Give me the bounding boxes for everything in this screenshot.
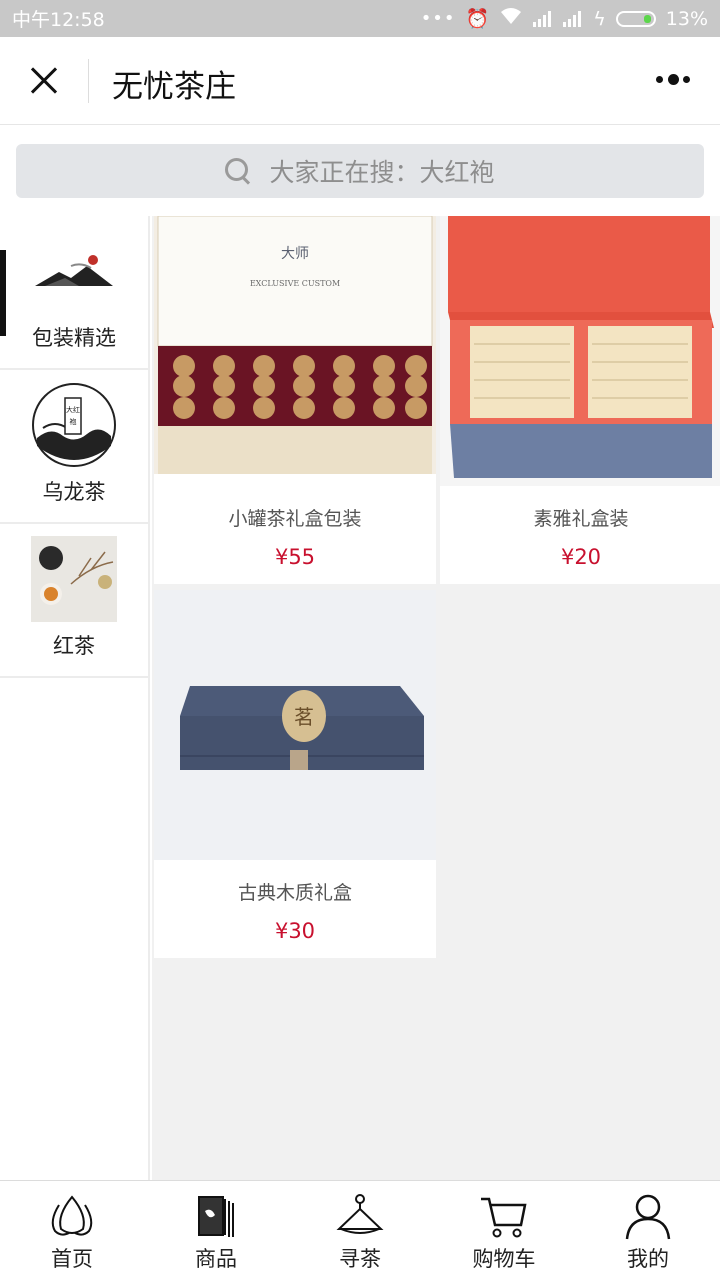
category-item-black-tea[interactable]: 红茶 [0,524,148,678]
tab-label: 寻茶 [339,1247,381,1271]
product-image [440,216,720,486]
signal-icon-2 [563,10,583,27]
product-card-small-cans[interactable]: 大师 EXCLUSIVE CUSTOM 小罐茶礼盒包装 ¥55 [154,216,436,584]
product-image: 茗 [154,590,436,860]
tab-home[interactable]: 首页 [0,1181,144,1280]
title-bar: 无忧茶庄 [0,37,720,125]
tab-label: 商品 [195,1247,237,1271]
status-time: 中午12:58 [12,9,105,31]
page-title: 无忧茶庄 [112,69,236,105]
more-options-button[interactable] [656,71,694,91]
alarm-icon: ⏰ [465,8,490,30]
category-sidebar: 包装精选 大红 袍 乌龙茶 红茶 [0,216,150,1180]
product-card-elegant-box[interactable]: 素雅礼盒装 ¥20 [440,216,720,584]
user-icon [625,1194,671,1240]
oolong-logo-icon: 大红 袍 [32,383,116,467]
close-button[interactable] [22,59,66,103]
svg-text:EXCLUSIVE CUSTOM: EXCLUSIVE CUSTOM [250,279,340,288]
search-area: 大家正在搜：大红袍 [0,125,720,216]
product-price: ¥20 [560,545,602,569]
product-image: 大师 EXCLUSIVE CUSTOM [154,216,436,486]
mountain-logo-icon [35,255,113,286]
signal-icon [533,10,553,27]
product-grid: 大师 EXCLUSIVE CUSTOM 小罐茶礼盒包装 ¥55 素雅礼盒装 ¥2… [152,216,720,1180]
bottom-tab-bar: 首页 商品 寻茶 购物车 我的 [0,1180,720,1280]
tab-cart[interactable]: 购物车 [432,1181,576,1280]
product-name: 小罐茶礼盒包装 [228,508,362,530]
black-tea-thumbnail [31,536,117,622]
search-input[interactable]: 大家正在搜：大红袍 [16,144,704,198]
category-label: 红茶 [53,634,95,658]
category-label: 乌龙茶 [42,480,106,504]
product-price: ¥30 [274,919,316,943]
svg-text:袍: 袍 [70,417,77,426]
title-divider [88,59,89,103]
lotus-icon [51,1195,93,1236]
tab-products[interactable]: 商品 [144,1181,288,1280]
svg-text:大师: 大师 [281,246,309,262]
search-icon [225,158,251,184]
product-card-wooden-box[interactable]: 茗 古典木质礼盒 ¥30 [154,590,436,958]
product-name: 古典木质礼盒 [237,882,352,904]
category-item-oolong[interactable]: 大红 袍 乌龙茶 [0,370,148,524]
status-bar: 中午12:58 ••• ⏰ ϟ 13% [0,0,720,37]
tab-label: 购物车 [472,1247,536,1271]
wifi-icon [499,7,523,30]
svg-text:茗: 茗 [294,705,314,729]
svg-text:大红: 大红 [66,405,80,414]
books-icon [198,1196,234,1237]
charging-icon: ϟ [593,7,606,30]
tab-me[interactable]: 我的 [576,1181,720,1280]
product-name: 素雅礼盒装 [533,508,629,530]
product-price: ¥55 [274,545,316,569]
tab-find-tea[interactable]: 寻茶 [288,1181,432,1280]
battery-percent: 13% [665,7,708,30]
battery-icon [615,10,656,27]
tab-label: 我的 [627,1247,669,1271]
status-icons: ••• ⏰ ϟ 13% [420,7,708,31]
search-placeholder: 大家正在搜：大红袍 [269,158,495,187]
category-item-packaging[interactable]: 包装精选 [0,216,148,370]
tab-label: 首页 [51,1247,93,1271]
category-label: 包装精选 [32,326,116,350]
more-notifications-icon: ••• [420,8,456,29]
cart-icon [481,1197,527,1238]
hanger-icon [336,1194,384,1234]
